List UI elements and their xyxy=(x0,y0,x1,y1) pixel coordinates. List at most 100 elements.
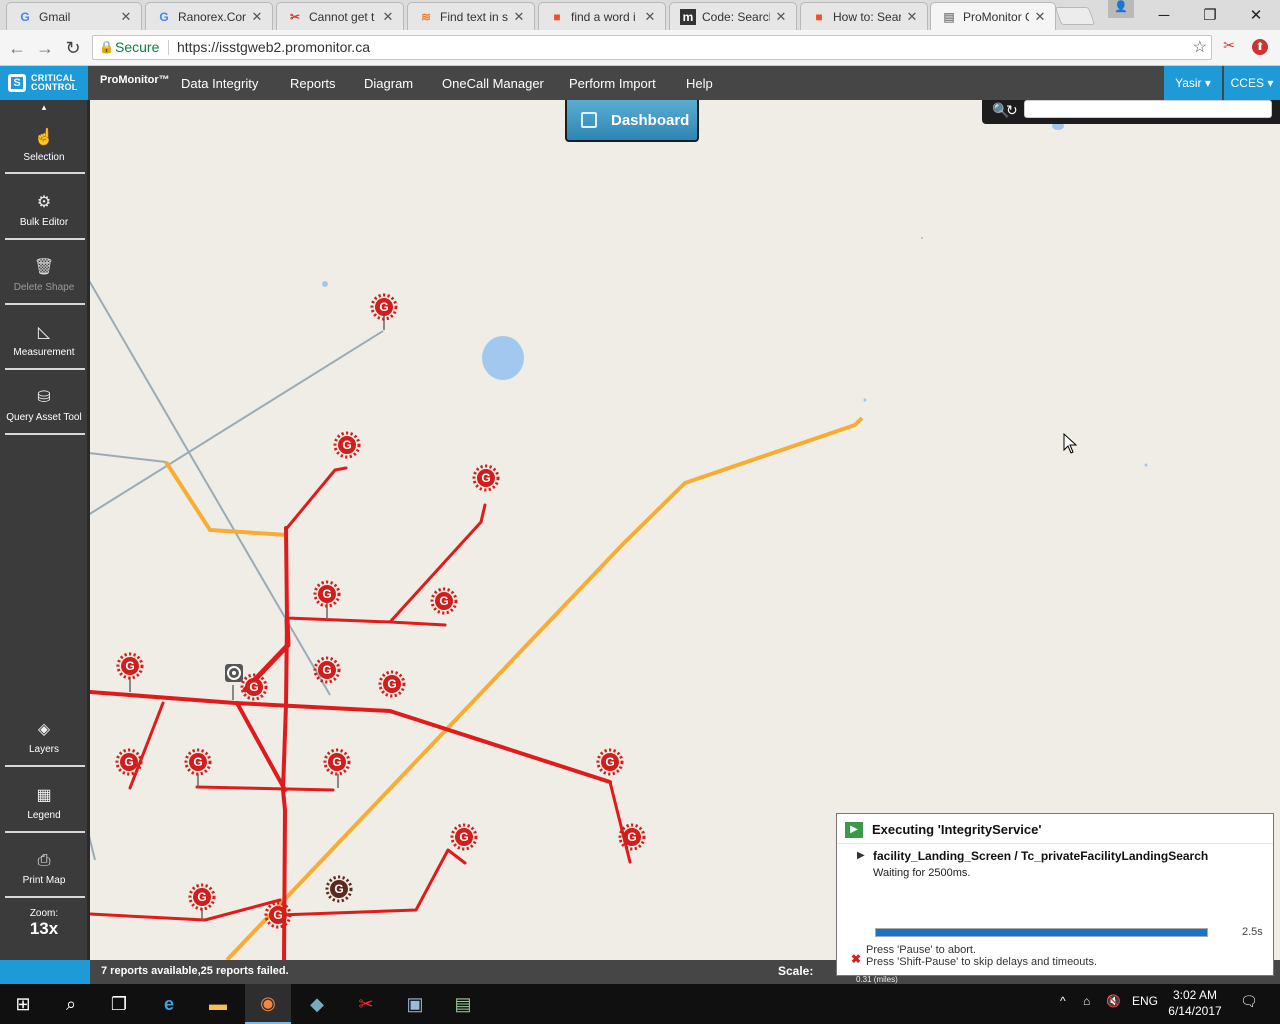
notifications-icon[interactable]: 🗨 xyxy=(1240,993,1258,1010)
menu-data-integrity[interactable]: Data Integrity xyxy=(181,76,258,91)
app-window-icon[interactable]: ▣ xyxy=(392,984,438,1024)
tab-find-text[interactable]: ≋ Find text in s ✕ xyxy=(407,2,535,30)
forward-button[interactable]: → xyxy=(34,38,56,58)
address-bar[interactable]: 🔒 Secure https://isstgweb2.promonitor.ca… xyxy=(92,35,1212,60)
gas-well-dark-icon[interactable] xyxy=(325,875,353,903)
divider xyxy=(5,433,85,435)
zoom-indicator: Zoom: 13x xyxy=(0,908,88,939)
network-icon[interactable]: ⌂ xyxy=(1083,994,1090,1008)
url-text[interactable]: https://isstgweb2.promonitor.ca xyxy=(177,36,370,59)
gas-well-icon[interactable] xyxy=(378,670,406,698)
user-menu[interactable]: Yasir ▾ xyxy=(1164,66,1222,100)
internet-explorer-icon[interactable]: e xyxy=(146,984,192,1024)
tab-find-word[interactable]: ■ find a word i ✕ xyxy=(538,2,666,30)
menu-reports[interactable]: Reports xyxy=(290,76,336,91)
task-view-icon[interactable]: ❐ xyxy=(96,984,142,1024)
tab-code-search[interactable]: m Code: Search ✕ xyxy=(669,2,797,30)
popup-wait-text: Waiting for 2500ms. xyxy=(873,867,971,879)
tool-bulk-editor[interactable]: ⚙ Bulk Editor xyxy=(0,193,88,228)
gas-well-icon[interactable] xyxy=(188,883,216,911)
tab-gmail[interactable]: G Gmail ✕ xyxy=(6,2,142,30)
reload-button[interactable]: ↻ xyxy=(62,38,84,58)
meter-station-icon[interactable] xyxy=(225,664,243,682)
gas-well-icon[interactable] xyxy=(264,901,292,929)
gas-well-icon[interactable] xyxy=(115,748,143,776)
minimize-button[interactable]: ─ xyxy=(1141,0,1187,30)
back-button[interactable]: ← xyxy=(6,38,28,58)
gas-well-icon[interactable] xyxy=(370,293,398,321)
gas-well-icon[interactable] xyxy=(472,464,500,492)
tray-chevron-icon[interactable]: ^ xyxy=(1060,994,1066,1008)
gas-well-icon[interactable] xyxy=(116,652,144,680)
tab-cannot-get[interactable]: ✂ Cannot get t ✕ xyxy=(276,2,404,30)
gas-well-icon[interactable] xyxy=(596,748,624,776)
tool-delete-shape[interactable]: 🗑 Delete Shape xyxy=(0,258,88,293)
extension-icon[interactable]: ⬆ xyxy=(1252,39,1268,55)
lock-icon: 🔒 xyxy=(99,40,114,54)
tool-label: Bulk Editor xyxy=(19,217,69,228)
dashboard-button[interactable]: Dashboard xyxy=(565,100,699,142)
gas-well-icon[interactable] xyxy=(184,748,212,776)
tool-measurement[interactable]: ◺ Measurement xyxy=(0,323,88,358)
menu-diagram[interactable]: Diagram xyxy=(364,76,413,91)
gas-well-icon[interactable] xyxy=(430,587,458,615)
ranorex-extension-icon[interactable]: ✂ xyxy=(1220,36,1238,54)
tool-legend[interactable]: ▦ Legend xyxy=(0,786,88,821)
volume-muted-icon[interactable]: 🔇 xyxy=(1106,994,1121,1008)
gas-well-icon[interactable] xyxy=(240,673,268,701)
refresh-icon[interactable]: ↻ xyxy=(1006,102,1018,119)
close-icon[interactable]: ✕ xyxy=(250,9,264,25)
pipeline-grey[interactable] xyxy=(90,265,331,696)
new-tab-button[interactable] xyxy=(1054,7,1096,25)
restore-button[interactable]: ❐ xyxy=(1187,0,1233,30)
close-icon[interactable]: ✕ xyxy=(381,9,395,25)
menu-help[interactable]: Help xyxy=(686,76,713,91)
pipeline-grey[interactable] xyxy=(90,452,167,463)
gas-well-icon[interactable] xyxy=(323,748,351,776)
file-explorer-icon[interactable]: ▬ xyxy=(195,984,241,1024)
star-icon[interactable]: ☆ xyxy=(1193,36,1207,59)
tool-print-map[interactable]: ⎙ Print Map xyxy=(0,851,88,886)
map-search-input[interactable] xyxy=(1024,100,1272,118)
expand-arrow-icon[interactable]: ▶ xyxy=(857,850,865,861)
gas-well-icon[interactable] xyxy=(333,431,361,459)
clock[interactable]: 3:02 AM 6/14/2017 xyxy=(1160,987,1230,1019)
gas-well-icon[interactable] xyxy=(618,823,646,851)
close-window-button[interactable]: ✕ xyxy=(1233,0,1279,30)
close-icon[interactable]: ✕ xyxy=(512,9,526,25)
reports-status[interactable]: 7 reports available,25 reports failed. xyxy=(101,965,289,977)
tab-how-to-search[interactable]: ■ How to: Sear ✕ xyxy=(800,2,928,30)
gas-well-icon[interactable] xyxy=(313,656,341,684)
ranorex-icon[interactable]: ✂ xyxy=(343,984,389,1024)
close-icon[interactable]: ✕ xyxy=(774,9,788,25)
menu-perform-import[interactable]: Perform Import xyxy=(569,76,656,91)
gas-well-icon[interactable] xyxy=(313,580,341,608)
tool-selection[interactable]: ☝ Selection xyxy=(0,128,88,163)
search-icon[interactable]: ⌕ xyxy=(48,984,94,1024)
tab-promonitor[interactable]: ▤ ProMonitor C ✕ xyxy=(930,2,1056,30)
tool-layers[interactable]: ◈ Layers xyxy=(0,720,88,755)
medium-icon: m xyxy=(680,8,696,25)
close-icon[interactable]: ✕ xyxy=(1033,9,1047,25)
menu-onecall-manager[interactable]: OneCall Manager xyxy=(442,76,544,91)
chrome-icon[interactable]: ◉ xyxy=(245,984,291,1024)
pipeline-orange[interactable] xyxy=(164,460,288,537)
critical-control-logo[interactable]: S CRITICAL CONTROL xyxy=(0,66,88,100)
close-icon[interactable]: ✕ xyxy=(119,9,133,25)
divider xyxy=(5,238,85,240)
collapse-handle[interactable]: ▴ xyxy=(0,102,88,113)
app-icon[interactable]: ◆ xyxy=(294,984,340,1024)
gas-well-icon[interactable] xyxy=(450,823,478,851)
pipeline-orange[interactable] xyxy=(225,416,864,960)
scale-label: Scale: xyxy=(778,964,814,978)
windows-start-icon[interactable]: ⊞ xyxy=(0,984,46,1024)
tool-query-asset[interactable]: ⛁ Query Asset Tool xyxy=(0,388,88,423)
app-window-icon[interactable]: ▤ xyxy=(440,984,486,1024)
pipeline-network[interactable] xyxy=(90,466,632,960)
close-icon[interactable]: ✕ xyxy=(905,9,919,25)
tab-ranorex[interactable]: G Ranorex.Core ✕ xyxy=(145,2,273,30)
language-indicator[interactable]: ENG xyxy=(1132,994,1158,1008)
close-icon[interactable]: ✕ xyxy=(643,9,657,25)
profile-icon[interactable]: 👤 xyxy=(1108,0,1134,18)
company-menu[interactable]: CCES ▾ xyxy=(1224,66,1280,100)
